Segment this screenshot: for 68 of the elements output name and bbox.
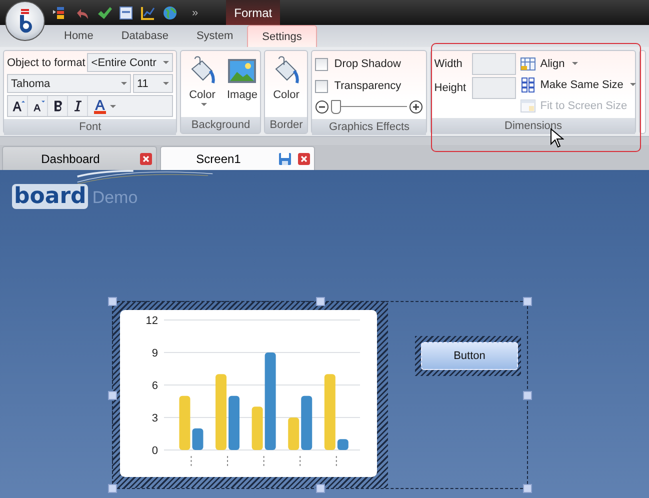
close-icon[interactable] — [140, 152, 152, 164]
grid-icon — [520, 76, 536, 92]
size-dropdown[interactable]: 11 — [133, 74, 173, 93]
chart-icon[interactable] — [140, 4, 156, 20]
context-tab-title: Format — [226, 0, 280, 25]
tick-mark — [190, 456, 192, 466]
resize-handle[interactable] — [108, 391, 117, 400]
resize-handle[interactable] — [108, 297, 117, 306]
checkbox-label: Transparency — [334, 80, 402, 92]
resize-handle[interactable] — [523, 484, 532, 493]
group-title: Font — [4, 119, 176, 135]
resize-handle[interactable] — [523, 297, 532, 306]
document-tab[interactable]: Dashboard — [2, 146, 157, 170]
resize-handle[interactable] — [316, 484, 325, 493]
axis-tick-label: 12 — [146, 315, 158, 327]
logo-caption: Demo — [92, 188, 138, 208]
resize-handle[interactable] — [108, 484, 117, 493]
overflow-button[interactable]: » — [192, 6, 198, 18]
axis-tick-label: 6 — [152, 380, 158, 392]
input-field[interactable] — [472, 53, 516, 75]
canvas-button[interactable]: Button — [421, 342, 518, 370]
shrink-font-icon[interactable] — [30, 99, 44, 113]
input-field[interactable] — [472, 77, 516, 99]
check-icon[interactable] — [96, 4, 112, 20]
logo: board — [12, 184, 88, 209]
document-tab[interactable]: Screen1 — [160, 146, 315, 170]
ribbon-tab[interactable]: Database — [107, 25, 182, 47]
group-title: Dimensions — [431, 118, 636, 134]
toolbar-button[interactable]: Align — [518, 53, 638, 74]
resize-handle[interactable] — [316, 297, 325, 306]
globe-icon[interactable] — [162, 4, 178, 20]
group-title: Background — [181, 117, 260, 133]
close-icon[interactable] — [298, 152, 310, 164]
toolbar-button[interactable]: Make Same Size — [518, 74, 638, 95]
axis-tick-label: 9 — [152, 348, 158, 360]
landscape-button[interactable]: Image — [224, 53, 260, 115]
paint-bucket-button[interactable]: Color — [184, 53, 220, 115]
field-label: Height — [434, 82, 468, 94]
window-icon — [520, 98, 536, 114]
window-icon[interactable] — [118, 4, 134, 20]
paint-bucket-button[interactable]: Color — [268, 53, 304, 115]
zoom-in-icon[interactable] — [409, 100, 424, 114]
tick-mark — [300, 456, 301, 466]
tick-mark — [336, 456, 337, 466]
field-label: Width — [434, 58, 464, 70]
resize-handle[interactable] — [523, 391, 532, 400]
checkbox-label: Drop Shadow — [334, 58, 401, 70]
checkbox[interactable] — [315, 80, 328, 92]
slider-thumb[interactable] — [331, 100, 342, 114]
align-icon — [520, 56, 536, 72]
axis-tick-label: 3 — [152, 412, 158, 424]
save-icon[interactable] — [278, 152, 292, 166]
axis-tick-label: 0 — [152, 445, 158, 457]
font-color-icon[interactable] — [92, 98, 118, 114]
zoom-out-icon[interactable] — [315, 100, 330, 114]
cursor-icon — [550, 128, 564, 148]
group-title: Border — [265, 117, 308, 133]
ribbon-tab[interactable]: Settings — [247, 25, 317, 47]
font-dropdown[interactable]: Tahoma — [7, 74, 131, 93]
checkbox[interactable] — [315, 58, 328, 70]
tick-mark — [227, 456, 228, 466]
group-title: Graphics Effects — [312, 119, 426, 135]
ribbon-tab[interactable]: Home — [50, 25, 108, 47]
tick-mark — [263, 456, 264, 466]
object-dropdown[interactable]: <Entire Contr — [87, 53, 174, 72]
ribbon-tab[interactable]: System — [182, 25, 248, 47]
field-label: Object to format — [7, 56, 86, 68]
grow-font-icon[interactable] — [10, 99, 24, 113]
